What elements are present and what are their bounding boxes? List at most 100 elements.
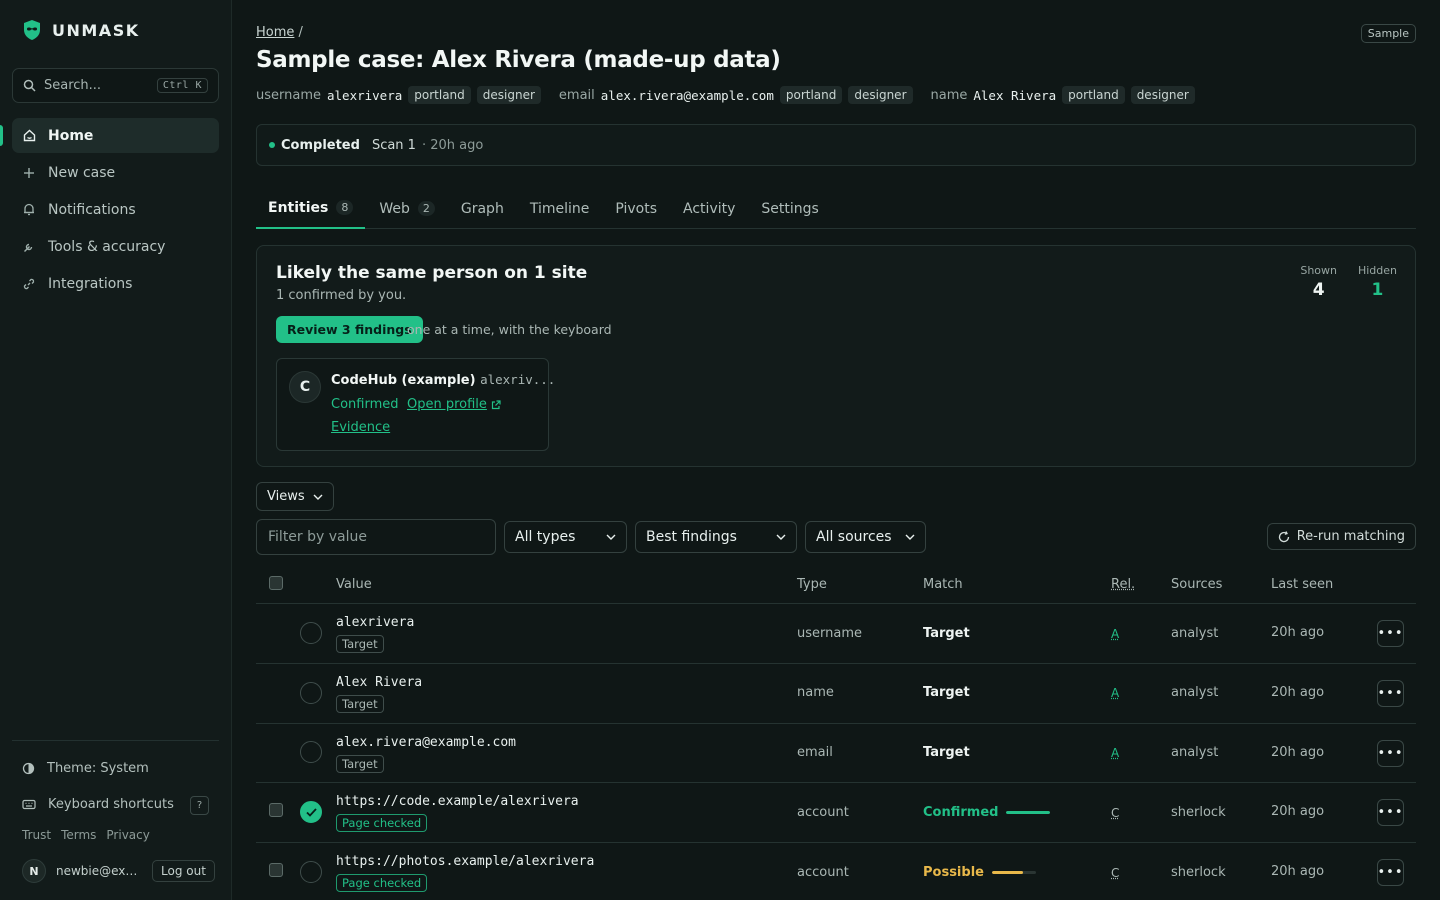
row-tag: Target [336, 755, 384, 773]
header-type[interactable]: Type [797, 577, 827, 592]
entity-type: username [797, 626, 862, 641]
identifier-tag: portland [1062, 86, 1125, 104]
identifier-value: alexrivera [327, 88, 402, 103]
identifier-kind: name [931, 88, 968, 103]
row-actions-button[interactable]: ••• [1377, 740, 1404, 767]
rerun-matching-button[interactable]: Re-run matching [1267, 523, 1416, 550]
row-actions-button[interactable]: ••• [1377, 680, 1404, 707]
sidebar-item-notifications[interactable]: Notifications [12, 192, 219, 227]
tab-web[interactable]: Web 2 [367, 188, 447, 229]
review-status-toggle[interactable] [300, 622, 322, 644]
views-button[interactable]: Views [256, 482, 334, 511]
type-select[interactable]: All types [504, 521, 627, 553]
tab-timeline[interactable]: Timeline [518, 188, 602, 229]
home-icon [22, 129, 36, 143]
review-hint: one at a time, with the keyboard [407, 322, 612, 337]
search-input[interactable]: Search... Ctrl K [12, 68, 219, 103]
privacy-link[interactable]: Privacy [106, 828, 149, 842]
rerun-label: Re-run matching [1297, 529, 1405, 544]
avatar[interactable]: N [22, 859, 46, 883]
reliability-grade[interactable]: C [1111, 806, 1119, 820]
tab-entities[interactable]: Entities 8 [256, 188, 365, 229]
last-seen: 20h ago [1271, 625, 1324, 640]
sidebar-item-label: Home [48, 128, 93, 144]
status-time: · 20h ago [422, 138, 483, 153]
tab-activity[interactable]: Activity [671, 188, 747, 229]
logo-shield-icon [22, 19, 42, 41]
terms-link[interactable]: Terms [61, 828, 96, 842]
review-status-toggle[interactable] [300, 741, 322, 763]
header-rel[interactable]: Rel. [1111, 577, 1135, 592]
sidebar-item-home[interactable]: Home [12, 118, 219, 153]
breadcrumb-home-link[interactable]: Home [256, 25, 294, 40]
match-status: Possible [923, 865, 1036, 880]
table-row[interactable]: alexrivera Target username Target A anal… [256, 604, 1416, 664]
identifier-value: Alex Rivera [973, 88, 1056, 103]
source-select[interactable]: All sources [805, 521, 926, 553]
table-row[interactable]: Alex Rivera Target name Target A analyst… [256, 664, 1416, 724]
filter-input[interactable] [256, 519, 496, 555]
breadcrumb-separator: / [299, 25, 303, 40]
reliability-grade[interactable]: A [1111, 686, 1119, 700]
review-status-toggle[interactable] [300, 861, 322, 883]
tab-settings[interactable]: Settings [749, 188, 830, 229]
tab-pivots[interactable]: Pivots [603, 188, 669, 229]
review-status-toggle[interactable] [300, 682, 322, 704]
keyboard-shortcuts-button[interactable]: Keyboard shortcuts [22, 797, 174, 812]
brand[interactable]: UNMASK [22, 19, 140, 41]
trust-link[interactable]: Trust [22, 828, 51, 842]
table-row[interactable]: https://photos.example/alexrivera Page c… [256, 843, 1416, 900]
source-name: analyst [1171, 685, 1218, 700]
row-actions-button[interactable]: ••• [1377, 799, 1404, 826]
more-icon: ••• [1378, 865, 1404, 880]
row-actions-button[interactable]: ••• [1377, 859, 1404, 886]
tab-graph[interactable]: Graph [449, 188, 516, 229]
active-nav-marker [0, 125, 3, 146]
more-icon: ••• [1378, 805, 1404, 820]
evidence-link[interactable]: Evidence [331, 420, 390, 435]
source-select-value: All sources [816, 529, 892, 545]
header-last-seen[interactable]: Last seen [1271, 577, 1333, 592]
identifier-tag: portland [780, 86, 843, 104]
tab-label: Timeline [530, 201, 590, 217]
table-row[interactable]: https://code.example/alexrivera Page che… [256, 783, 1416, 843]
open-profile-link[interactable]: Open profile [407, 397, 501, 412]
table-row[interactable]: alex.rivera@example.com Target email Tar… [256, 724, 1416, 783]
profile-match-card: C CodeHub (example) alexriv... Confirmed… [276, 358, 549, 451]
hidden-value: 1 [1358, 280, 1397, 300]
sidebar-item-label: Notifications [48, 202, 136, 218]
row-checkbox[interactable] [269, 863, 283, 877]
header-sources[interactable]: Sources [1171, 577, 1222, 592]
tab-label: Graph [461, 201, 504, 217]
sidebar: UNMASK Search... Ctrl K Home New case No… [0, 0, 232, 900]
sort-select[interactable]: Best findings [635, 521, 797, 553]
select-all-checkbox[interactable] [269, 576, 283, 590]
value-cell: alex.rivera@example.com Target [336, 735, 516, 773]
footer-links: Trust Terms Privacy [22, 828, 150, 842]
identifier-tag: portland [408, 86, 471, 104]
identifier-kind: email [559, 88, 595, 103]
reliability-grade[interactable]: A [1111, 746, 1119, 760]
review-status-toggle[interactable] [300, 801, 322, 823]
plus-icon [22, 166, 36, 180]
entity-value: https://code.example/alexrivera [336, 794, 579, 809]
sidebar-item-tools[interactable]: Tools & accuracy [12, 229, 219, 264]
reliability-grade[interactable]: A [1111, 627, 1119, 641]
tab-label: Settings [761, 201, 818, 217]
hidden-stat[interactable]: Hidden 1 [1358, 264, 1397, 300]
header-match[interactable]: Match [923, 577, 963, 592]
match-confidence-bar [1006, 811, 1050, 814]
row-checkbox[interactable] [269, 803, 283, 817]
reliability-grade[interactable]: C [1111, 866, 1119, 880]
logout-button[interactable]: Log out [152, 860, 215, 882]
review-findings-button[interactable]: Review 3 findings [276, 316, 423, 343]
entity-value: https://photos.example/alexrivera [336, 854, 594, 869]
sidebar-item-integrations[interactable]: Integrations [12, 266, 219, 301]
header-value[interactable]: Value [336, 577, 372, 592]
theme-toggle[interactable]: Theme: System [22, 761, 149, 776]
identifier-tag: designer [477, 86, 541, 104]
sidebar-item-new-case[interactable]: New case [12, 155, 219, 190]
table-header: Value Type Match Rel. Sources Last seen [256, 567, 1416, 604]
row-actions-button[interactable]: ••• [1377, 620, 1404, 647]
row-tag: Target [336, 695, 384, 713]
